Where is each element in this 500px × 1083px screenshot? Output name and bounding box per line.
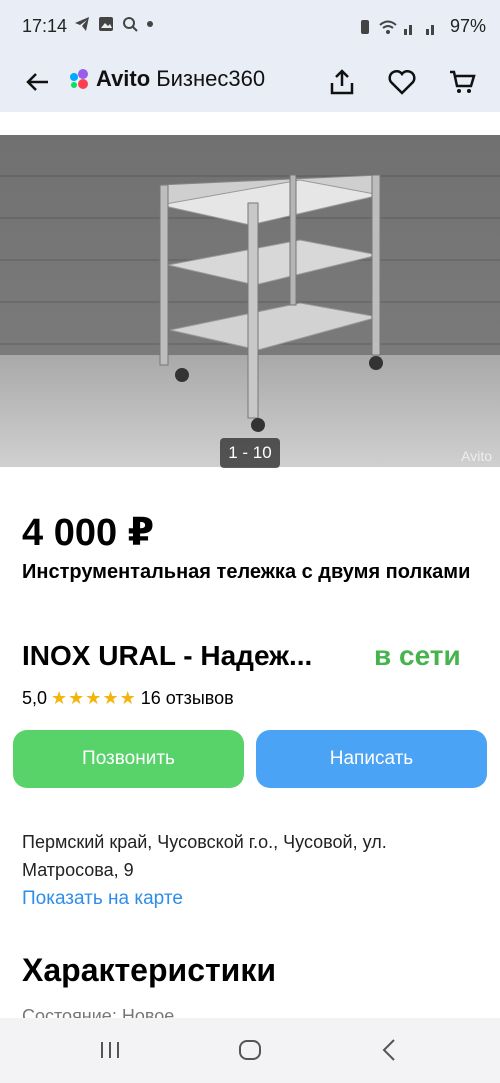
address: Пермский край, Чусовской г.о., Чусовой, … (22, 832, 387, 880)
reviews-count: 16 отзывов (140, 688, 234, 708)
home-icon (239, 1040, 261, 1060)
wifi-icon (379, 20, 397, 34)
cart-product-image (159, 174, 383, 432)
share-button[interactable] (324, 64, 360, 100)
listing-title: Инструментальная тележка с двумя полками (22, 561, 471, 583)
specs-heading: Характеристики (22, 952, 277, 988)
vibrate-icon (360, 19, 369, 34)
heart-icon (388, 69, 416, 95)
home-button[interactable] (236, 1036, 264, 1064)
photo-watermark: Avito (461, 448, 492, 464)
back-button[interactable] (22, 66, 54, 98)
avito-logo-icon (70, 69, 88, 89)
system-nav-bar (0, 1018, 500, 1083)
cart-button[interactable] (444, 64, 480, 100)
seller-online-status: в сети (374, 640, 461, 671)
signal-icon (403, 24, 434, 35)
app-bar: Avito Бизнес360 (0, 52, 500, 112)
star-rating-icon: ★★★★★ (51, 688, 137, 708)
brand-secondary: Бизнес360 (156, 66, 266, 91)
recent-apps-icon (101, 1042, 119, 1058)
call-button[interactable]: Позвонить (13, 730, 244, 788)
seller-name[interactable]: INOX URAL - Надеж... (22, 640, 312, 672)
favorite-button[interactable] (384, 64, 420, 100)
status-right: 97% (358, 16, 486, 37)
brand-primary: Avito (96, 66, 151, 91)
listing-photo[interactable] (0, 135, 500, 467)
battery-level: 97% (449, 16, 486, 36)
gallery-icon (99, 17, 113, 31)
share-icon (330, 69, 354, 95)
seller-rating[interactable]: 5,0 ★★★★★ 16 отзывов (22, 688, 234, 709)
dot-icon (147, 21, 153, 27)
rating-value: 5,0 (22, 688, 48, 708)
cart-icon (450, 70, 476, 93)
status-notification-icons (74, 16, 154, 32)
recent-apps-button[interactable] (96, 1036, 124, 1064)
telegram-icon (75, 17, 89, 31)
status-bar: 17:14 97% (0, 0, 500, 52)
arrow-left-icon (26, 73, 48, 91)
search-icon (123, 17, 138, 32)
photo-counter: 1 - 10 (220, 438, 280, 468)
write-button[interactable]: Написать (256, 730, 487, 788)
system-back-button[interactable] (376, 1036, 404, 1064)
status-time: 17:14 (22, 16, 68, 36)
chevron-left-icon (382, 1039, 395, 1061)
brand-logo: Avito Бизнес360 (68, 66, 265, 92)
top-actions (324, 64, 480, 100)
price: 4 000 ₽ (22, 512, 155, 554)
show-on-map-link[interactable]: Показать на карте (22, 888, 183, 910)
